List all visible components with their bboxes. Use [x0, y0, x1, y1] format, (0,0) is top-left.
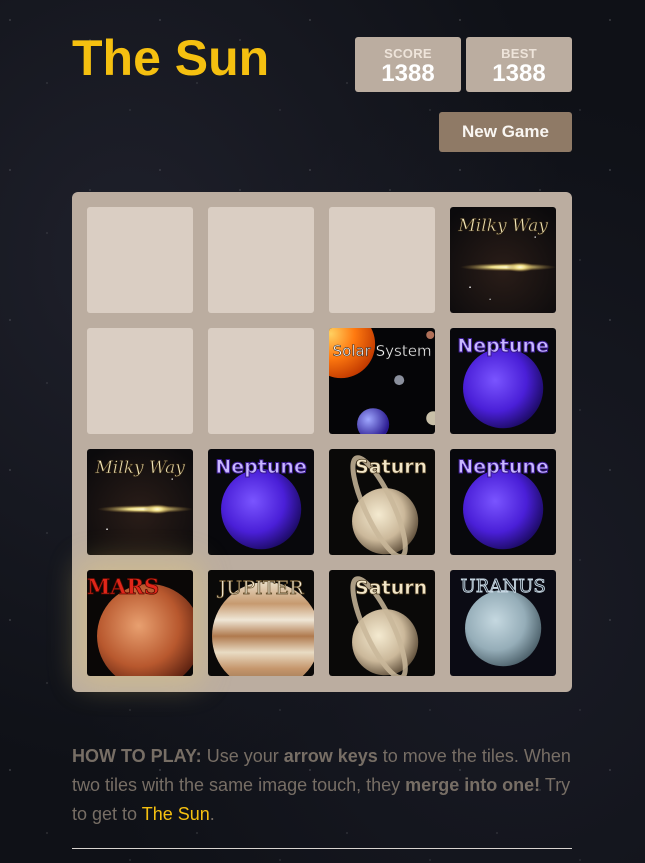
milky-way-icon: Milky Way: [87, 449, 194, 556]
tile-label: Solar System: [333, 342, 432, 360]
best-label: BEST: [501, 46, 537, 61]
how-to-heading: HOW TO PLAY:: [72, 746, 202, 766]
mars-icon: MARS: [87, 570, 194, 677]
tile-neptune: Neptune: [450, 328, 557, 435]
best-value: 1388: [492, 60, 546, 87]
tile-mars: MARS: [87, 570, 194, 677]
tile-label: Neptune: [457, 456, 549, 478]
score-box: SCORE 1388: [355, 37, 461, 92]
merge-text: merge into one!: [405, 775, 541, 795]
divider: [72, 848, 572, 849]
instructions-text: .: [209, 804, 215, 824]
tile-label: JUPITER: [217, 577, 305, 599]
saturn-icon: Saturn: [329, 449, 436, 556]
solar-system-icon: Solar System: [329, 328, 436, 435]
tile-label: Neptune: [215, 456, 307, 478]
tile-uranus: URANUS: [450, 570, 557, 677]
tile-neptune: Neptune: [208, 449, 315, 556]
best-score-box: BEST 1388: [466, 37, 572, 92]
neptune-icon: Neptune: [208, 449, 315, 556]
new-game-button[interactable]: New Game: [439, 112, 572, 152]
score-label: SCORE: [384, 46, 432, 61]
tile-label: Saturn: [355, 577, 427, 599]
tile-label: Saturn: [355, 456, 427, 478]
tile-label: Milky Way: [94, 458, 185, 478]
goal-text: The Sun: [141, 804, 210, 824]
tile-saturn: Saturn: [329, 449, 436, 556]
grid-cell: [329, 207, 436, 314]
grid-cell: [208, 328, 315, 435]
game-board[interactable]: Milky Way Solar System Neptune Milky Way…: [72, 192, 572, 692]
saturn-icon: Saturn: [329, 570, 436, 677]
tile-label: Milky Way: [457, 216, 548, 236]
arrow-keys-text: arrow keys: [283, 746, 378, 766]
grid-cell: [87, 328, 194, 435]
neptune-icon: Neptune: [450, 328, 557, 435]
instructions: HOW TO PLAY: Use your arrow keys to move…: [72, 742, 572, 829]
game-title: The Sun: [72, 30, 270, 86]
tile-saturn: Saturn: [329, 570, 436, 677]
tile-solar-system: Solar System: [329, 328, 436, 435]
tile-label: URANUS: [461, 576, 546, 597]
tile-milky-way: Milky Way: [450, 207, 557, 314]
jupiter-icon: JUPITER: [208, 570, 315, 677]
uranus-icon: URANUS: [450, 570, 557, 677]
tile-neptune: Neptune: [450, 449, 557, 556]
neptune-icon: Neptune: [450, 449, 557, 556]
tile-milky-way: Milky Way: [87, 449, 194, 556]
score-value: 1388: [381, 60, 435, 87]
grid-cell: [87, 207, 194, 314]
instructions-text: Use your: [201, 746, 284, 766]
milky-way-icon: Milky Way: [450, 207, 557, 314]
tile-label: MARS: [87, 574, 159, 599]
tile-label: Neptune: [457, 335, 549, 357]
tile-jupiter: JUPITER: [208, 570, 315, 677]
grid-cell: [208, 207, 315, 314]
